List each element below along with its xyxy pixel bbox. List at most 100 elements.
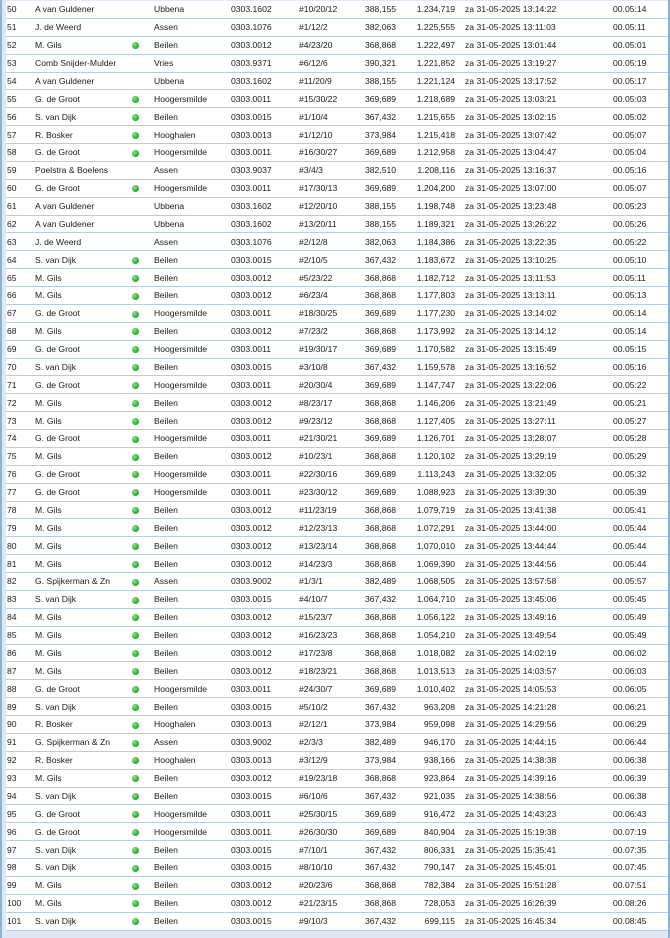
pigeon-cell: #21/30/21: [297, 430, 363, 448]
flight-duration-cell: 00.05:27: [611, 412, 668, 430]
table-row[interactable]: 54 A van Guldener Ubbena 0303.1602 #11/20/9 3…: [6, 72, 668, 91]
fancier-name-cell: Comb Snijder-Mulder: [33, 54, 131, 73]
member-code-cell: 0303.0012: [229, 662, 297, 681]
table-row[interactable]: 85 M. Gils Beilen 0303.0012 #16/23/23 368,868…: [6, 626, 668, 645]
pigeon-cell: #13/20/11: [297, 215, 363, 234]
status-cell: [131, 769, 152, 788]
arrival-time-cell: za 31-05-2025 13:44:44: [463, 537, 611, 556]
table-row[interactable]: 99 M. Gils Beilen 0303.0012 #20/23/6 368,868 7…: [6, 876, 668, 895]
table-row[interactable]: 58 G. de Groot Hoogersmilde 0303.0011 #16/30…: [6, 144, 668, 162]
table-row[interactable]: 66 M. Gils Beilen 0303.0012 #6/23/4 368,868 1.…: [6, 287, 668, 305]
pigeon-cell: #25/30/15: [297, 805, 363, 824]
place-cell: Hooghalen: [152, 751, 229, 770]
table-row[interactable]: 89 S. van Dijk Beilen 0303.0015 #5/10/2 367,4…: [6, 698, 668, 716]
table-row[interactable]: 71 G. de Groot Hoogersmilde 0303.0011 #20/30…: [6, 376, 668, 395]
status-dot-icon: [132, 650, 139, 658]
pigeon-cell: #6/12/6: [297, 54, 363, 73]
table-row[interactable]: 50 A van Guldener Ubbena 0303.1602 #10/20/12…: [6, 1, 668, 19]
table-row[interactable]: 52 M. Gils Beilen 0303.0012 #4/23/20 368,868 1…: [6, 36, 668, 55]
flight-duration-cell: 00.05:16: [611, 161, 668, 180]
table-row[interactable]: 98 S. van Dijk Beilen 0303.0015 #8/10/10 367,…: [6, 859, 668, 877]
table-row[interactable]: 59 Poelstra & Boelens Assen 0303.9037 #3/4/3…: [6, 161, 668, 180]
arrival-time-cell: za 31-05-2025 13:57:58: [463, 573, 611, 591]
speed-cell: 1.018,082: [413, 644, 463, 663]
speed-cell: 840,904: [413, 823, 463, 842]
table-row[interactable]: 53 Comb Snijder-Mulder Vries 0303.9371 #6/12…: [6, 54, 668, 73]
table-row[interactable]: 55 G. de Groot Hoogersmilde 0303.0011 #15/30…: [6, 90, 668, 109]
table-row[interactable]: 93 M. Gils Beilen 0303.0012 #19/23/18 368,868…: [6, 769, 668, 788]
table-row[interactable]: 70 S. van Dijk Beilen 0303.0015 #3/10/8 367,4…: [6, 358, 668, 377]
table-row[interactable]: 57 R. Bosker Hooghalen 0303.0013 #1/12/10 373…: [6, 126, 668, 144]
table-row[interactable]: 88 G. de Groot Hoogersmilde 0303.0011 #24/30…: [6, 680, 668, 699]
table-row[interactable]: 92 R. Bosker Hooghalen 0303.0013 #3/12/9 373,…: [6, 751, 668, 770]
table-row[interactable]: 87 M. Gils Beilen 0303.0012 #18/23/21 368,868…: [6, 662, 668, 681]
table-row[interactable]: 75 M. Gils Beilen 0303.0012 #10/23/1 368,868 1…: [6, 447, 668, 466]
table-row[interactable]: 94 S. van Dijk Beilen 0303.0015 #6/10/6 367,4…: [6, 787, 668, 806]
speed-cell: 1.170,582: [413, 340, 463, 359]
table-row[interactable]: 82 G. Spijkerman & Zn Assen 0303.9002 #1/3/1…: [6, 573, 668, 591]
place-cell: Hoogersmilde: [152, 680, 229, 699]
table-row[interactable]: 76 G. de Groot Hoogersmilde 0303.0011 #22/30…: [6, 465, 668, 484]
arrival-time-cell: za 31-05-2025 13:03:21: [463, 90, 611, 109]
table-row[interactable]: 78 M. Gils Beilen 0303.0012 #11/23/19 368,868…: [6, 501, 668, 520]
table-row[interactable]: 96 G. de Groot Hoogersmilde 0303.0011 #26/30…: [6, 823, 668, 842]
status-cell: [131, 144, 152, 162]
table-row[interactable]: 86 M. Gils Beilen 0303.0012 #17/23/8 368,868 1…: [6, 644, 668, 663]
rank-cell: 54: [6, 72, 33, 91]
table-row[interactable]: 63 J. de Weerd Assen 0303.1076 #2/12/8 382,06…: [6, 233, 668, 252]
flight-duration-cell: 00.05:03: [611, 90, 668, 109]
table-row[interactable]: 83 S. van Dijk Beilen 0303.0015 #4/10/7 367,4…: [6, 590, 668, 609]
table-row[interactable]: 90 R. Bosker Hooghalen 0303.0013 #2/12/1 373,…: [6, 716, 668, 734]
arrival-time-cell: za 31-05-2025 14:21:28: [463, 698, 611, 716]
fancier-name-cell: G. de Groot: [33, 179, 131, 198]
table-row[interactable]: 97 S. van Dijk Beilen 0303.0015 #7/10/1 367,4…: [6, 841, 668, 859]
fancier-name-cell: S. van Dijk: [33, 698, 131, 716]
table-row[interactable]: 80 M. Gils Beilen 0303.0012 #13/23/14 368,868…: [6, 537, 668, 556]
table-row[interactable]: 61 A van Guldener Ubbena 0303.1602 #12/20/10…: [6, 197, 668, 216]
table-row[interactable]: 62 A van Guldener Ubbena 0303.1602 #13/20/11…: [6, 215, 668, 234]
table-row[interactable]: 56 S. van Dijk Beilen 0303.0015 #1/10/4 367,4…: [6, 108, 668, 127]
table-row[interactable]: 68 M. Gils Beilen 0303.0012 #7/23/2 368,868 1.…: [6, 322, 668, 341]
table-row[interactable]: 100 M. Gils Beilen 0303.0012 #21/23/15 368,86…: [6, 894, 668, 913]
table-row[interactable]: 73 M. Gils Beilen 0303.0012 #9/23/12 368,868 1…: [6, 412, 668, 430]
table-row[interactable]: 84 M. Gils Beilen 0303.0012 #15/23/7 368,868 1…: [6, 608, 668, 627]
table-row[interactable]: 67 G. de Groot Hoogersmilde 0303.0011 #18/30…: [6, 304, 668, 323]
speed-cell: 1.072,291: [413, 519, 463, 538]
status-cell: [131, 376, 152, 395]
place-cell: Assen: [152, 733, 229, 752]
distance-cell: 368,868: [363, 269, 413, 287]
speed-cell: 790,147: [413, 859, 463, 877]
table-row[interactable]: 72 M. Gils Beilen 0303.0012 #8/23/17 368,868 1…: [6, 394, 668, 413]
rank-cell: 57: [6, 126, 33, 144]
arrival-time-cell: za 31-05-2025 13:15:49: [463, 340, 611, 359]
member-code-cell: 0303.1602: [229, 197, 297, 216]
table-row[interactable]: 60 G. de Groot Hoogersmilde 0303.0011 #17/30…: [6, 179, 668, 198]
table-row[interactable]: 64 S. van Dijk Beilen 0303.0015 #2/10/5 367,4…: [6, 251, 668, 270]
speed-cell: 1.113,243: [413, 465, 463, 484]
table-row[interactable]: 79 M. Gils Beilen 0303.0012 #12/23/13 368,868…: [6, 519, 668, 538]
table-row[interactable]: 77 G. de Groot Hoogersmilde 0303.0011 #23/30…: [6, 483, 668, 502]
table-row[interactable]: 74 G. de Groot Hoogersmilde 0303.0011 #21/30…: [6, 430, 668, 448]
place-cell: Beilen: [152, 394, 229, 413]
pigeon-cell: #21/23/15: [297, 894, 363, 913]
distance-cell: 368,868: [363, 608, 413, 627]
table-row[interactable]: 65 M. Gils Beilen 0303.0012 #5/23/22 368,868 1…: [6, 269, 668, 287]
table-row[interactable]: 101 S. van Dijk Beilen 0303.0015 #9/10/3 367,…: [6, 912, 668, 931]
table-row[interactable]: 81 M. Gils Beilen 0303.0012 #14/23/3 368,868 1…: [6, 555, 668, 573]
status-dot-icon: [132, 399, 139, 407]
distance-cell: 390,321: [363, 54, 413, 73]
table-row[interactable]: 51 J. de Weerd Assen 0303.1076 #1/12/2 382,06…: [6, 18, 668, 37]
table-row[interactable]: 69 G. de Groot Hoogersmilde 0303.0011 #19/30…: [6, 340, 668, 359]
distance-cell: 369,689: [363, 680, 413, 699]
pigeon-cell: #2/3/3: [297, 733, 363, 752]
flight-duration-cell: 00.06:02: [611, 644, 668, 663]
table-row[interactable]: 91 G. Spijkerman & Zn Assen 0303.9002 #2/3/3…: [6, 733, 668, 752]
distance-cell: 369,689: [363, 179, 413, 198]
status-cell: [131, 90, 152, 109]
place-cell: Ubbena: [152, 197, 229, 216]
flight-duration-cell: 00.05:19: [611, 54, 668, 73]
fancier-name-cell: G. de Groot: [33, 376, 131, 395]
table-row[interactable]: 95 G. de Groot Hoogersmilde 0303.0011 #25/30…: [6, 805, 668, 824]
member-code-cell: 0303.0012: [229, 287, 297, 305]
pigeon-cell: #1/12/2: [297, 18, 363, 37]
